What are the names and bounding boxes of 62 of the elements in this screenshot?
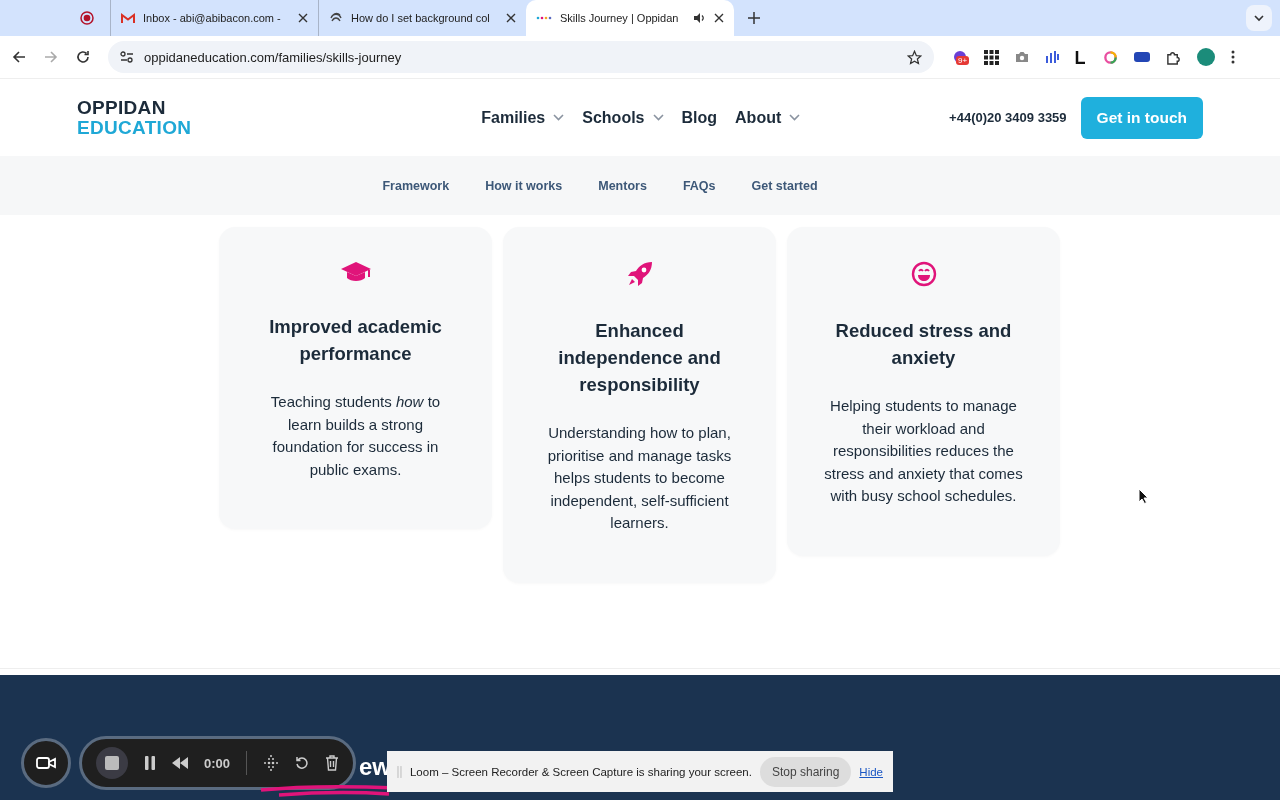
pause-icon[interactable] [144, 756, 156, 770]
site-settings-icon[interactable] [120, 51, 134, 63]
close-icon[interactable] [714, 13, 724, 23]
subnav-link[interactable]: How it works [485, 178, 563, 193]
grid-icon[interactable] [984, 49, 999, 65]
dots-icon [536, 16, 552, 20]
back-icon[interactable] [12, 50, 26, 64]
tab-title: How do I set background col [351, 12, 491, 24]
card-title: Improved academic performance [268, 315, 443, 366]
puzzle-icon[interactable] [1166, 49, 1181, 65]
ring-icon[interactable] [1103, 49, 1118, 65]
nav-link[interactable]: Schools [582, 108, 664, 127]
restart-icon[interactable] [295, 756, 310, 770]
trash-icon[interactable] [325, 755, 340, 771]
tab-title: Skills Journey | Oppidan [560, 12, 680, 24]
close-icon[interactable] [506, 13, 516, 23]
stop-button[interactable] [96, 747, 128, 779]
video-camera-icon [36, 756, 56, 770]
drag-handle-icon[interactable] [397, 765, 402, 778]
subnav-link[interactable]: Mentors [598, 178, 647, 193]
new-tab-icon[interactable] [748, 12, 760, 24]
bars-icon[interactable] [1045, 50, 1059, 64]
browser-tab[interactable]: Skills Journey | Oppidan [526, 0, 734, 36]
notification-badge: 9+ [956, 56, 970, 65]
rocket-icon [626, 261, 653, 287]
speaker-icon[interactable] [693, 12, 706, 24]
nav-link[interactable]: Families [481, 108, 565, 127]
letter-icon[interactable] [1075, 50, 1087, 64]
star-icon[interactable] [907, 49, 922, 65]
close-icon[interactable] [298, 13, 308, 23]
smiley-icon [910, 261, 937, 287]
stop-sharing-button[interactable]: Stop sharing [759, 756, 852, 787]
camera-icon[interactable] [1015, 51, 1029, 63]
graduation-cap-icon [339, 261, 372, 283]
mail-icon [121, 12, 135, 24]
card-text: Helping students to manage their workload and responsibilities reduces the stress and anxiety that comes with busy school schedules. [823, 396, 1024, 506]
subnav-link[interactable]: Get started [751, 178, 818, 193]
mouse-cursor-icon [1138, 488, 1149, 504]
recording-timer: 0:00 [204, 755, 231, 771]
profile-avatar[interactable] [1197, 48, 1215, 66]
chevron-down-icon[interactable] [1246, 5, 1272, 31]
tab-title: Inbox - abi@abibacon.com - [143, 12, 282, 24]
subnav-link[interactable]: FAQs [682, 178, 716, 193]
phone-number[interactable]: +44(0)20 3409 3359 [949, 110, 1067, 125]
reload-icon[interactable] [76, 50, 90, 64]
sharing-message: Loom – Screen Recorder & Screen Capture is sharing your screen. [409, 765, 752, 778]
address-bar[interactable]: oppidaneducation.com/families/skills-journey [108, 41, 934, 73]
record-icon[interactable] [80, 11, 94, 25]
card-text: Teaching students how to learn builds a strong foundation for success in public exams. [269, 392, 442, 480]
nav-link[interactable]: About [735, 108, 801, 127]
url-text: oppidaneducation.com/families/skills-journey [144, 49, 403, 65]
card-text: Understanding how to plan, prioritise and manage tasks helps students to become independent, self-sufficient learners. [546, 423, 733, 533]
card-title: Reduced stress and anxiety [834, 319, 1013, 370]
dot-grid-icon[interactable] [263, 755, 280, 771]
nav-link[interactable]: Blog [681, 108, 718, 127]
rewind-icon[interactable] [172, 757, 188, 769]
hide-link[interactable]: Hide [859, 765, 883, 778]
stop-icon [105, 756, 119, 770]
card-title: Enhanced independence and responsibility [557, 319, 722, 397]
site-logo[interactable]: OPPIDAN EDUCATION [77, 97, 192, 138]
subnav-link[interactable]: Framework [382, 178, 450, 193]
menu-icon[interactable] [1231, 50, 1235, 64]
